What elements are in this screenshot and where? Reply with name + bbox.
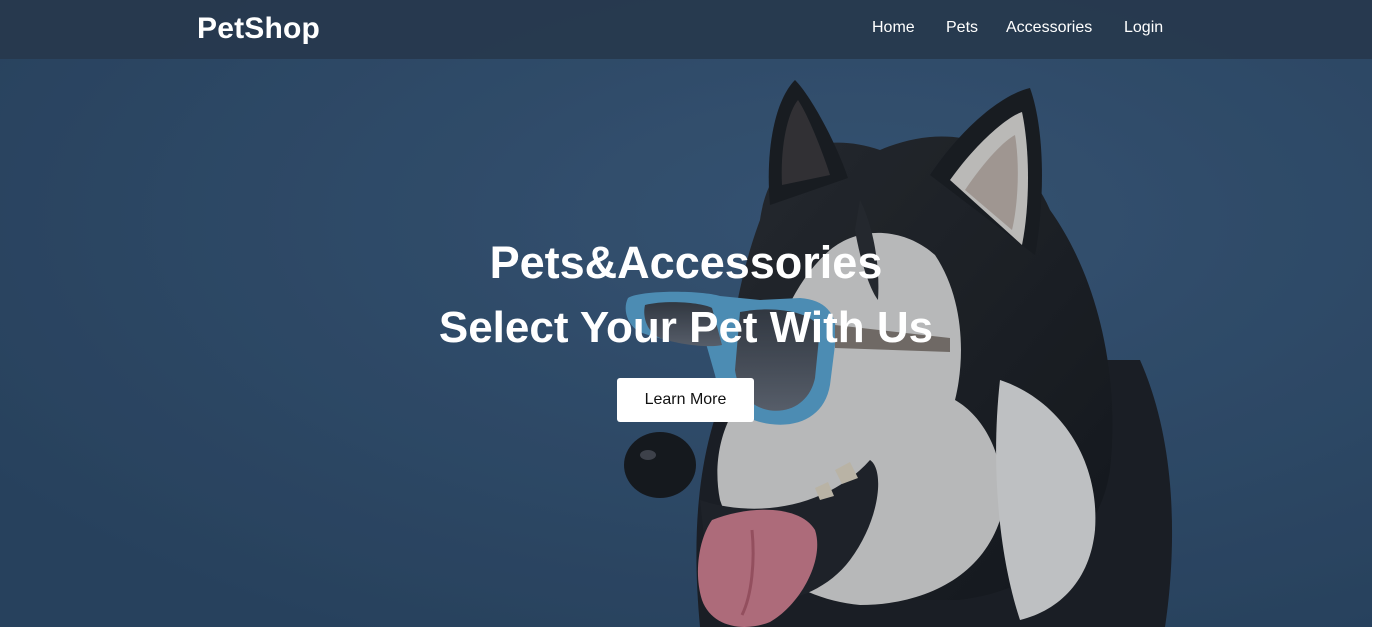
learn-more-button[interactable]: Learn More: [617, 378, 754, 422]
nav-link-home[interactable]: Home: [872, 19, 915, 37]
nav-link-accessories[interactable]: Accessories: [1006, 19, 1092, 37]
nav-link-login[interactable]: Login: [1124, 19, 1163, 37]
hero-subtitle: Select Your Pet With Us: [438, 303, 934, 352]
hero-section: Pets&Accessories Select Your Pet With Us…: [0, 0, 1372, 627]
hero-title: Pets&Accessories: [489, 237, 883, 288]
nav-link-pets[interactable]: Pets: [946, 19, 978, 37]
nav-links: Home Pets Accessories Login: [0, 19, 1372, 43]
navbar: PetShop Home Pets Accessories Login: [0, 0, 1372, 59]
